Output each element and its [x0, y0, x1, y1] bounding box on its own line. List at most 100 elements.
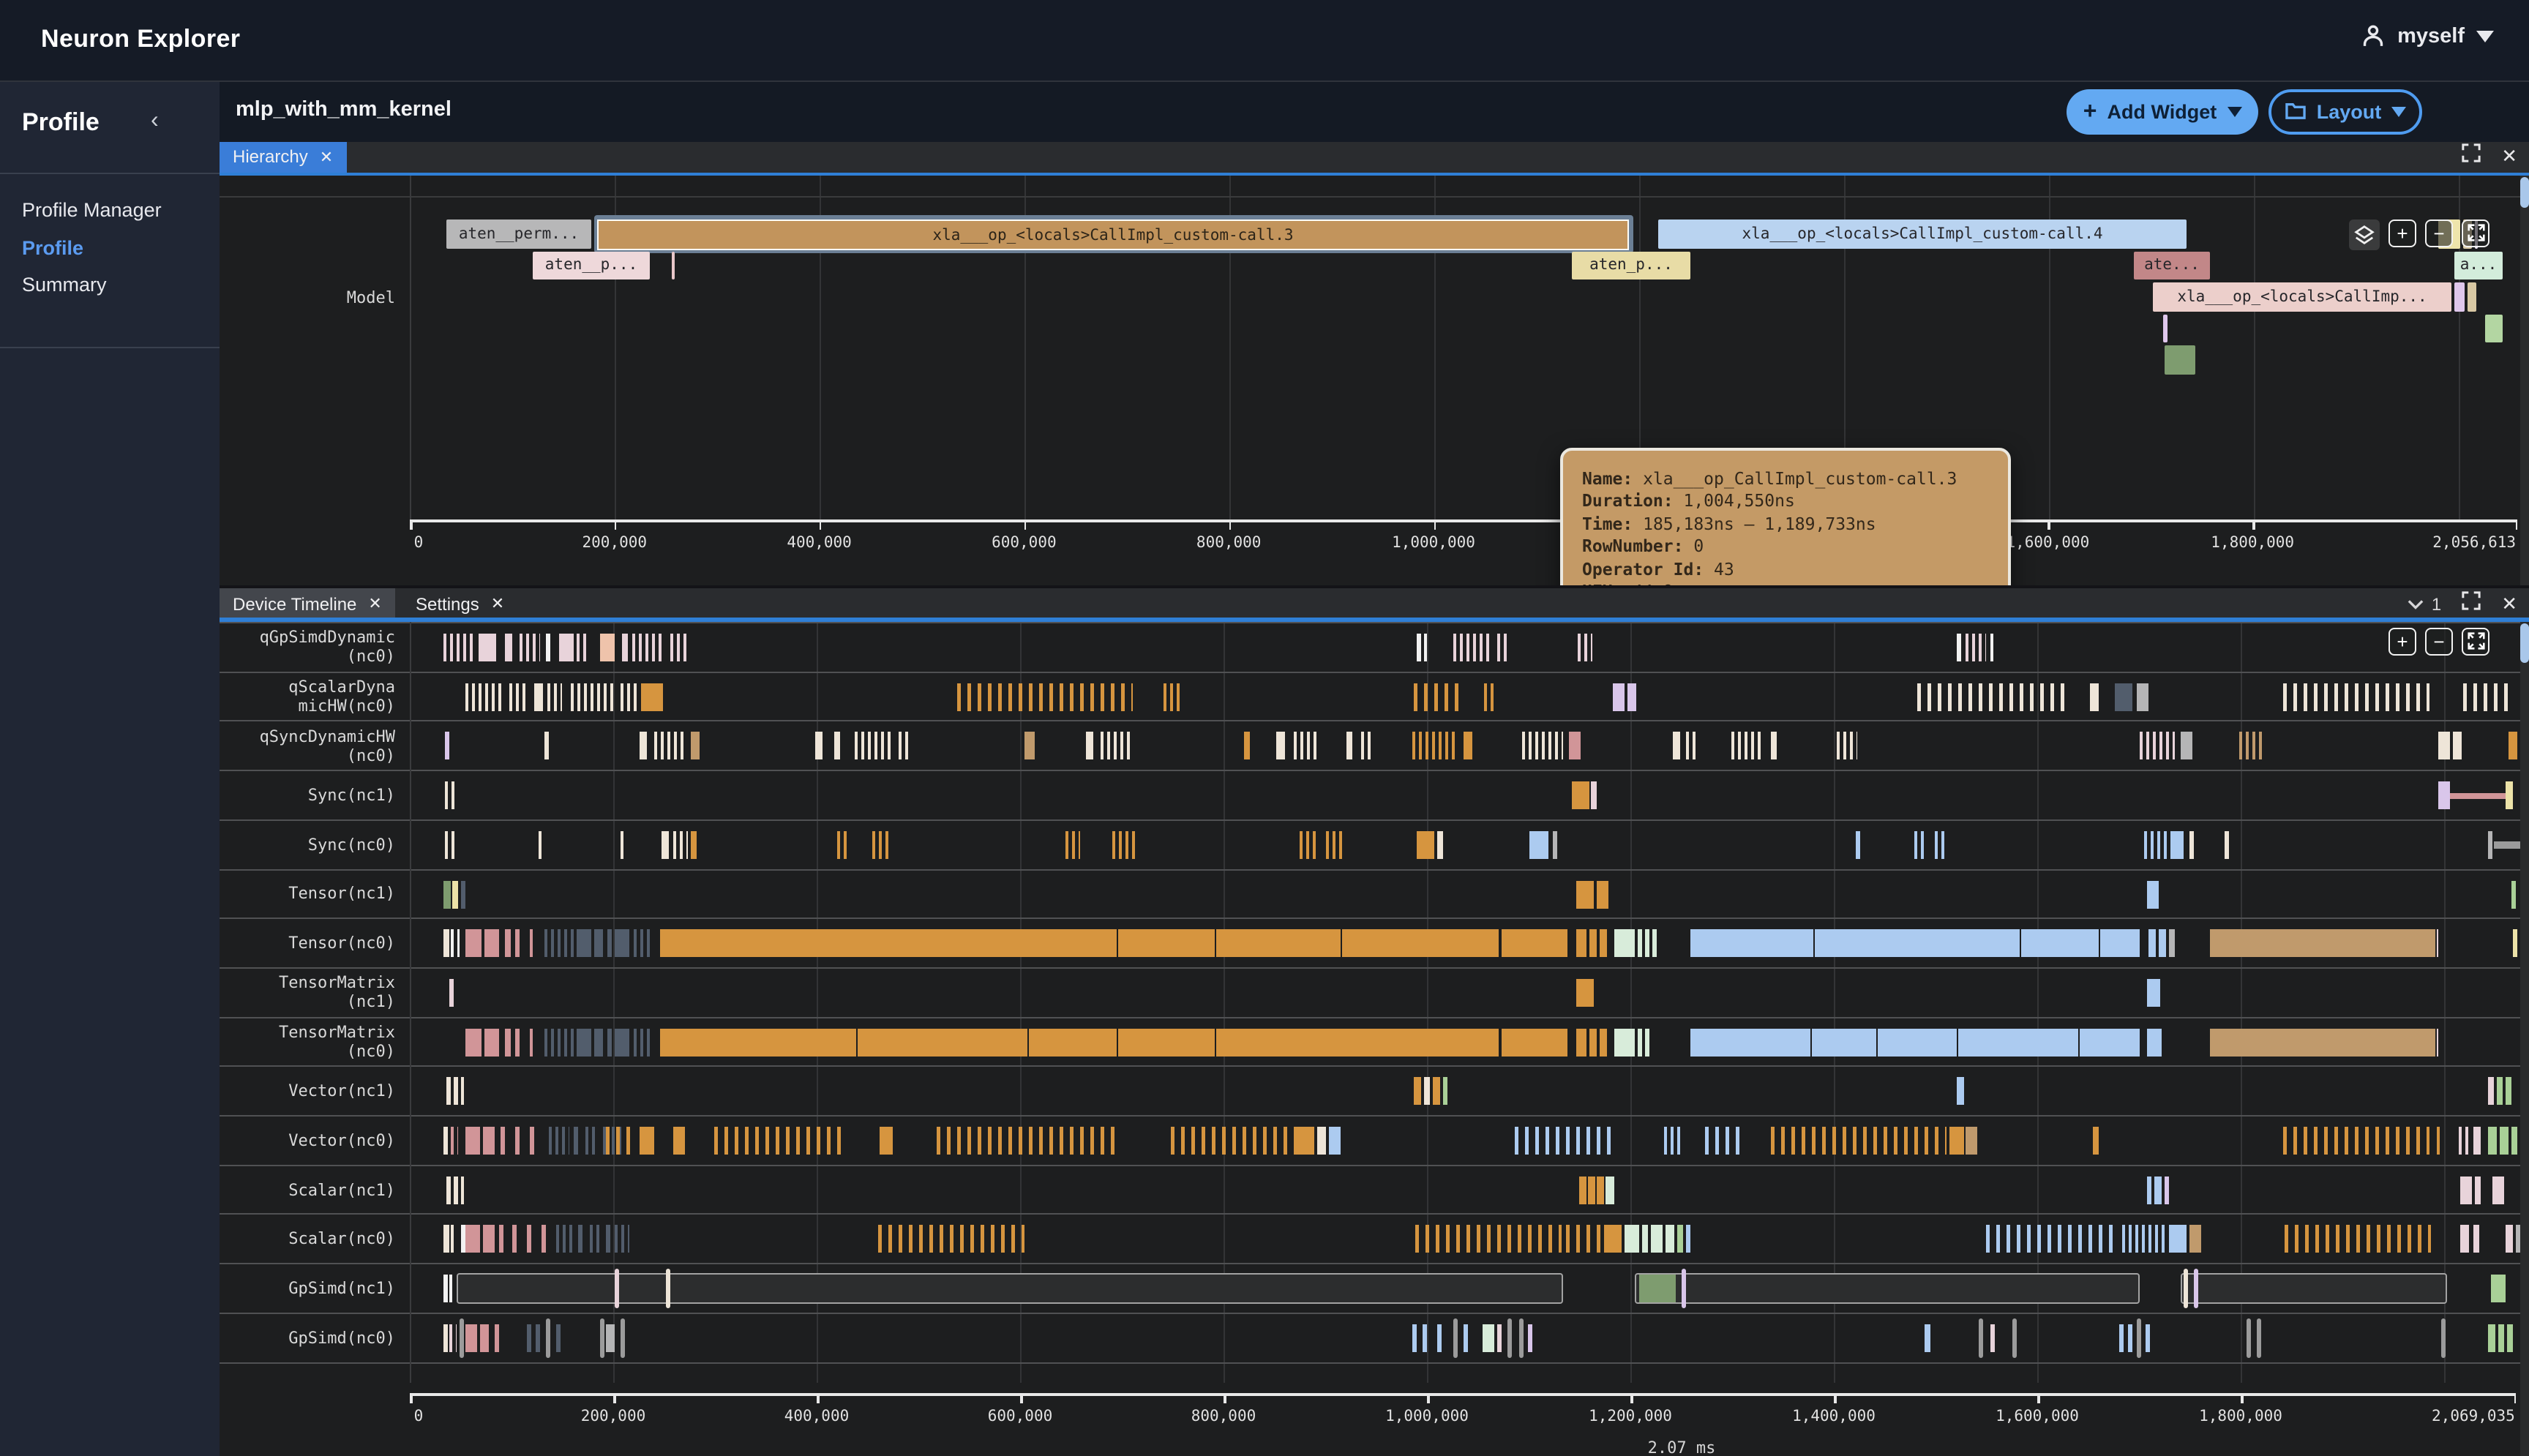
timeline-segment[interactable] — [606, 1226, 610, 1253]
timeline-segment[interactable] — [1412, 732, 1456, 760]
layers-icon[interactable] — [2349, 219, 2380, 249]
timeline-segment[interactable] — [1346, 732, 1352, 760]
timeline-segment[interactable] — [878, 1226, 1024, 1253]
timeline-segment[interactable] — [2283, 683, 2429, 710]
timeline-segment[interactable] — [530, 929, 533, 957]
timeline-segment[interactable] — [2194, 1269, 2198, 1308]
timeline-segment[interactable] — [590, 1226, 602, 1253]
timeline-segment[interactable] — [2115, 683, 2132, 710]
timeline-segment[interactable] — [484, 929, 499, 957]
timeline-segment[interactable] — [2140, 732, 2175, 760]
sidebar-item-profile[interactable]: Profile — [0, 229, 220, 267]
timeline-segment[interactable] — [534, 683, 543, 710]
timeline-segment[interactable] — [1642, 1226, 1648, 1253]
timeline-segment[interactable] — [2122, 1226, 2166, 1253]
timeline-segment[interactable] — [2119, 1324, 2124, 1352]
timeline-segment[interactable] — [1731, 732, 1764, 760]
timeline-segment[interactable] — [578, 1226, 582, 1253]
timeline-segment[interactable] — [1813, 929, 1815, 957]
timeline-segment[interactable] — [1294, 732, 1320, 760]
timeline-segment[interactable] — [465, 1226, 480, 1253]
timeline-segment[interactable] — [815, 732, 823, 760]
timeline-segment[interactable] — [446, 1078, 451, 1106]
timeline-segment[interactable] — [2492, 1176, 2504, 1204]
timeline-segment[interactable] — [856, 1028, 858, 1056]
timeline-segment[interactable] — [2210, 1028, 2435, 1056]
timeline-segment[interactable] — [2509, 732, 2517, 760]
timeline-segment[interactable] — [1326, 831, 1344, 859]
timeline-segment[interactable] — [2463, 683, 2514, 710]
timeline-segment[interactable] — [834, 732, 840, 760]
timeline-segment[interactable] — [1497, 1324, 1502, 1352]
timeline-segment[interactable] — [2147, 1176, 2151, 1204]
timeline-segment[interactable] — [621, 831, 623, 859]
timeline-segment[interactable] — [546, 634, 550, 661]
timeline-segment[interactable] — [1645, 929, 1649, 957]
timeline-segment[interactable] — [1437, 1324, 1442, 1352]
timeline-segment[interactable] — [1572, 781, 1589, 809]
timeline-segment[interactable] — [2210, 929, 2435, 957]
timeline-segment[interactable] — [1464, 732, 1472, 760]
timeline-segment[interactable] — [2506, 1226, 2513, 1253]
timeline-segment[interactable] — [2494, 842, 2523, 849]
timeline-segment[interactable] — [2506, 781, 2513, 809]
timeline-segment[interactable] — [714, 1127, 846, 1155]
tab-close-icon[interactable]: ✕ — [368, 594, 381, 613]
timeline-segment[interactable] — [654, 732, 686, 760]
timeline-segment[interactable] — [2148, 929, 2156, 957]
sidebar-collapse-icon[interactable]: ‹ — [151, 108, 159, 135]
timeline-segment[interactable] — [556, 1324, 561, 1352]
flame-bar[interactable]: xla___op_<locals>CallImp... — [2153, 282, 2451, 311]
timeline-segment[interactable] — [1576, 1028, 1586, 1056]
timeline-segment[interactable] — [480, 1324, 489, 1352]
timeline-segment[interactable] — [1065, 831, 1080, 859]
timeline-segment[interactable] — [2488, 1324, 2495, 1352]
tab-settings[interactable]: Settings✕ — [402, 588, 517, 619]
timeline-segment[interactable] — [2507, 1324, 2513, 1352]
timeline-segment[interactable] — [899, 732, 910, 760]
timeline-segment[interactable] — [2184, 1269, 2188, 1308]
timeline-segment[interactable] — [1771, 1127, 1947, 1155]
timeline-segment[interactable] — [2257, 1318, 2261, 1358]
timeline-row-track[interactable] — [410, 821, 2529, 868]
timeline-row-track[interactable] — [410, 1264, 2529, 1312]
timeline-segment[interactable] — [1499, 929, 1502, 957]
timeline-segment[interactable] — [2473, 1226, 2479, 1253]
timeline-segment[interactable] — [634, 929, 651, 957]
timeline-segment[interactable] — [872, 831, 890, 859]
timeline-segment[interactable] — [2144, 831, 2168, 859]
timeline-segment[interactable] — [1576, 880, 1594, 908]
timeline-segment[interactable] — [577, 1028, 591, 1056]
timeline-segment[interactable] — [1215, 929, 1216, 957]
timeline-segment[interactable] — [640, 732, 647, 760]
timeline-segment[interactable] — [2513, 929, 2517, 957]
device-scrollbar[interactable] — [2519, 621, 2529, 1455]
timeline-segment[interactable] — [571, 683, 615, 710]
timeline-segment[interactable] — [2012, 1318, 2017, 1358]
flame-bar[interactable]: aten_p... — [1572, 251, 1690, 279]
layout-button[interactable]: Layout — [2268, 89, 2422, 135]
timeline-segment[interactable] — [1417, 831, 1434, 859]
timeline-segment[interactable] — [505, 634, 512, 661]
timeline-segment[interactable] — [1414, 1078, 1421, 1106]
timeline-segment[interactable] — [2488, 831, 2492, 859]
timeline-segment[interactable] — [2225, 831, 2229, 859]
timeline-segment[interactable] — [673, 1127, 685, 1155]
timeline-segment[interactable] — [1625, 1226, 1639, 1253]
timeline-segment[interactable] — [1276, 732, 1285, 760]
timeline-segment[interactable] — [1576, 979, 1594, 1007]
timeline-segment[interactable] — [585, 1127, 597, 1155]
timeline-segment[interactable] — [1979, 1318, 1983, 1358]
timeline-segment[interactable] — [1606, 1176, 1614, 1204]
timeline-segment[interactable] — [1677, 1226, 1683, 1253]
timeline-segment[interactable] — [1443, 1078, 1447, 1106]
timeline-segment[interactable] — [2475, 1176, 2481, 1204]
timeline-segment[interactable] — [1484, 683, 1496, 710]
timeline-segment[interactable] — [454, 1078, 458, 1106]
tab-close-icon[interactable]: ✕ — [491, 594, 504, 613]
timeline-segment[interactable] — [530, 1127, 534, 1155]
timeline-segment[interactable] — [2488, 1127, 2497, 1155]
timeline-segment[interactable] — [607, 929, 612, 957]
timeline-segment[interactable] — [1341, 929, 1342, 957]
timeline-row-track[interactable] — [410, 870, 2529, 917]
